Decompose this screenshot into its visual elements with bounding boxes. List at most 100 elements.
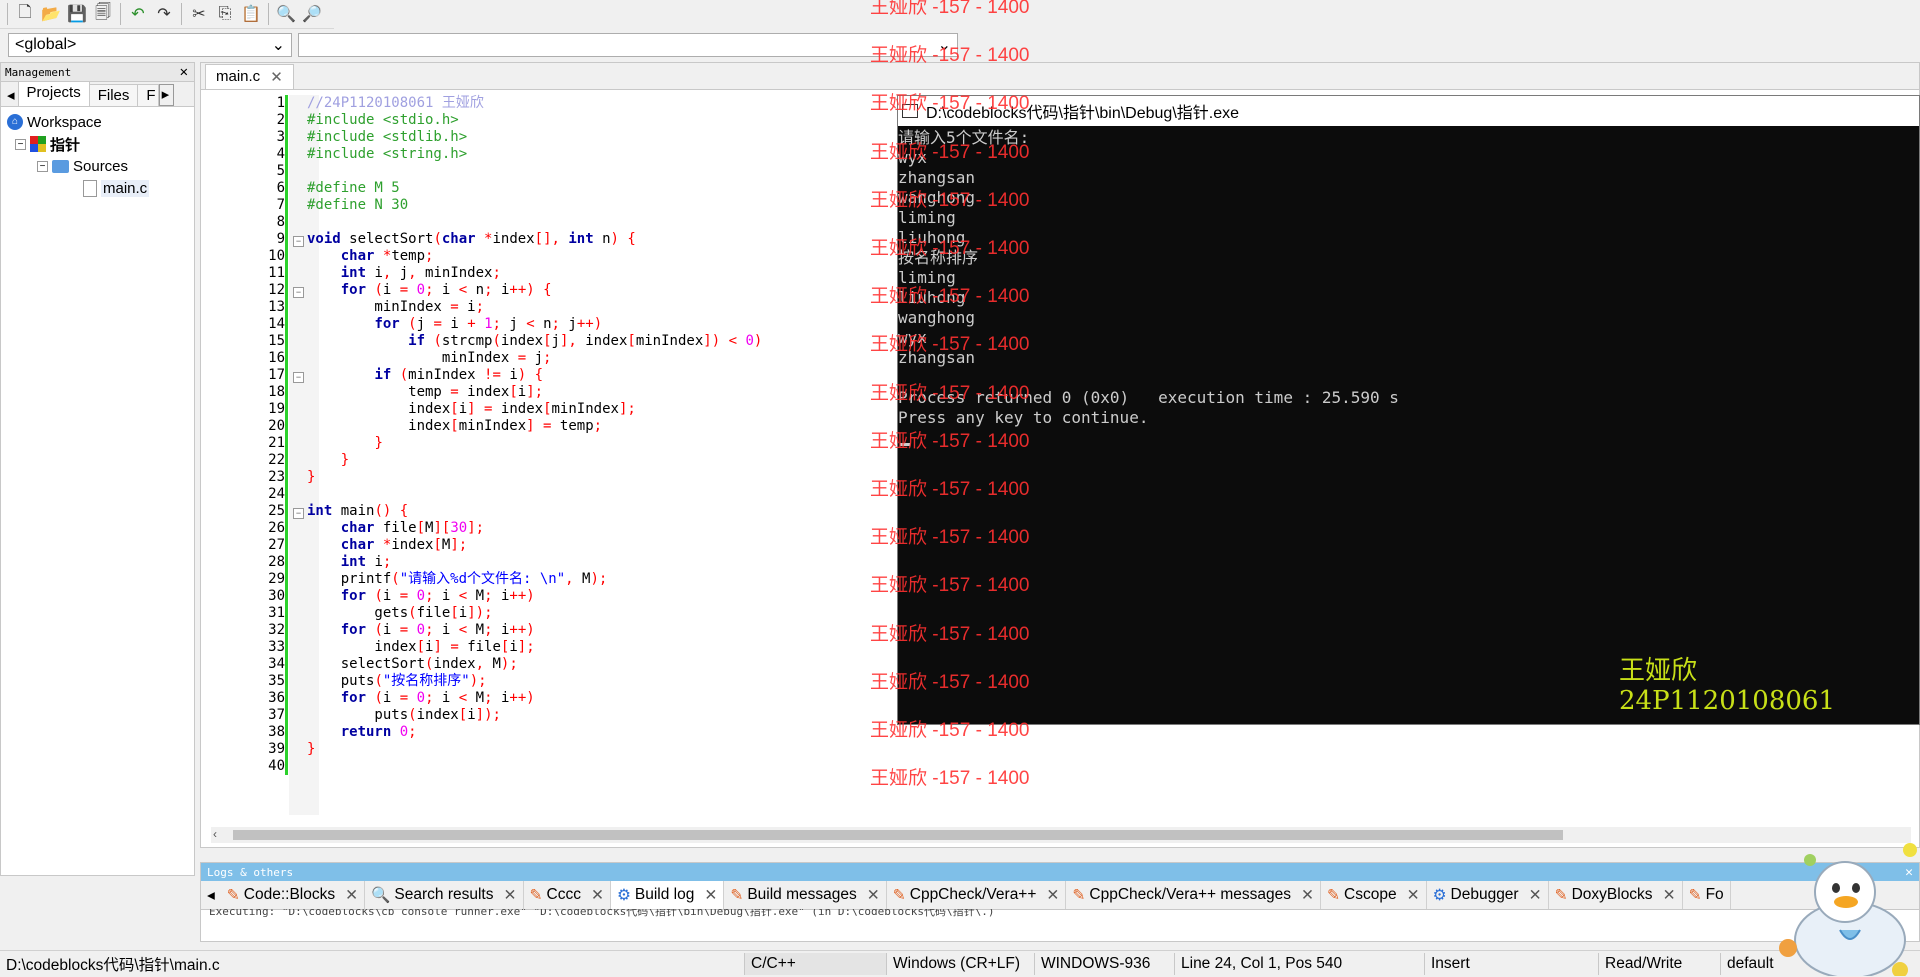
log-tab-label: DoxyBlocks — [1571, 886, 1653, 903]
close-icon[interactable]: ✕ — [1301, 886, 1314, 905]
code-line[interactable]: if (strcmp(index[j], index[minIndex]) < … — [307, 333, 762, 350]
console-window[interactable]: D:\codeblocks代码\指针\bin\Debug\指针.exe 请输入5… — [897, 95, 1920, 725]
code-line[interactable]: #include <string.h> — [307, 146, 467, 163]
logs-tabs: ◂ ✎ Code::Blocks ✕ 🔍 Search results ✕ ✎ Cccc ✕ ⚙ B… — [201, 881, 1919, 910]
code-line[interactable]: puts(index[i]); — [307, 707, 501, 724]
scrollbar-thumb[interactable] — [233, 830, 1563, 840]
close-icon[interactable]: ✕ — [345, 886, 358, 905]
code-line[interactable]: return 0; — [307, 724, 417, 741]
tab-projects[interactable]: Projects — [17, 81, 90, 106]
collapse-icon[interactable]: − — [37, 160, 48, 172]
log-tab[interactable]: ✎ DoxyBlocks ✕ — [1549, 881, 1683, 909]
code-line[interactable]: #include <stdio.h> — [307, 112, 459, 129]
line-number: 36 — [268, 690, 285, 706]
scroll-left-icon[interactable]: ◂ — [201, 886, 221, 905]
code-line[interactable]: char *index[M]; — [307, 537, 468, 554]
close-icon[interactable]: ✕ — [1529, 886, 1542, 905]
code-line[interactable]: #define M 5 — [307, 180, 400, 197]
code-line[interactable]: index[i] = file[i]; — [307, 639, 534, 656]
code-line[interactable]: #include <stdlib.h> — [307, 129, 467, 146]
log-tab[interactable]: ✎ Fo — [1683, 881, 1731, 909]
tree-file-main-c[interactable]: main.c — [7, 177, 188, 199]
log-tab[interactable]: ✎ CppCheck/Vera++ ✕ — [887, 881, 1067, 909]
scroll-left-icon[interactable]: ◂ — [1, 86, 19, 106]
code-line[interactable]: void selectSort(char *index[], int n) { — [307, 231, 636, 248]
code-line[interactable]: int main() { — [307, 503, 408, 520]
log-tab[interactable]: ⚙ Build log ✕ — [610, 881, 725, 909]
replace-icon[interactable]: 🔎 — [300, 2, 324, 26]
scroll-left-icon[interactable]: ‹ — [213, 827, 217, 841]
save-icon[interactable]: 💾 — [65, 2, 89, 26]
fold-toggle-icon[interactable]: − — [293, 372, 304, 383]
code-line[interactable]: int i, j, minIndex; — [307, 265, 501, 282]
tree-folder-sources[interactable]: − Sources — [7, 155, 188, 177]
close-icon[interactable]: ✕ — [1663, 886, 1676, 905]
tab-main-c[interactable]: main.c ✕ — [205, 64, 294, 89]
code-line[interactable]: char file[M][30]; — [307, 520, 484, 537]
console-title-bar[interactable]: D:\codeblocks代码\指针\bin\Debug\指针.exe — [898, 96, 1919, 126]
log-tab[interactable]: ✎ CppCheck/Vera++ messages ✕ — [1066, 881, 1322, 909]
paste-icon[interactable]: 📋 — [239, 2, 263, 26]
code-line[interactable]: for (i = 0; i < M; i++) — [307, 690, 535, 707]
toolbar-grip — [7, 3, 8, 25]
code-line[interactable]: index[minIndex] = temp; — [307, 418, 602, 435]
save-all-icon[interactable]: 🗐 — [91, 2, 115, 26]
code-line[interactable]: } — [307, 469, 315, 486]
code-line[interactable]: char *temp; — [307, 248, 434, 265]
code-line[interactable]: index[i] = index[minIndex]; — [307, 401, 636, 418]
code-line[interactable]: for (i = 0; i < n; i++) { — [307, 282, 552, 299]
code-line[interactable]: if (minIndex != i) { — [307, 367, 543, 384]
close-icon[interactable]: ✕ — [867, 886, 880, 905]
cut-icon[interactable]: ✂ — [187, 2, 211, 26]
copy-icon[interactable]: ⎘ — [213, 2, 237, 26]
scroll-right-icon[interactable]: ▸ — [158, 84, 175, 106]
fold-toggle-icon[interactable]: − — [293, 508, 304, 519]
code-line[interactable]: //24P1120108061 王娅欣 — [307, 95, 484, 112]
code-line[interactable]: minIndex = j; — [307, 350, 552, 367]
code-line[interactable]: } — [307, 452, 349, 469]
find-icon[interactable]: 🔍 — [274, 2, 298, 26]
log-tab[interactable]: ⚙ Debugger ✕ — [1427, 881, 1549, 909]
line-number: 13 — [268, 299, 285, 315]
code-line[interactable]: int i; — [307, 554, 392, 571]
symbol-select[interactable]: ⌄ — [298, 33, 958, 57]
close-icon[interactable]: ✕ — [504, 886, 517, 905]
code-line[interactable]: gets(file[i]); — [307, 605, 492, 622]
code-line[interactable]: } — [307, 741, 315, 758]
code-line[interactable]: temp = index[i]; — [307, 384, 543, 401]
new-file-icon[interactable]: 🗋 — [13, 2, 37, 26]
fold-toggle-icon[interactable]: − — [293, 287, 304, 298]
line-number: 21 — [268, 435, 285, 451]
code-line[interactable]: } — [307, 435, 382, 452]
close-icon[interactable]: ✕ — [591, 886, 604, 905]
tree-workspace[interactable]: ⌂ Workspace — [7, 111, 188, 133]
code-line[interactable]: for (i = 0; i < M; i++) — [307, 622, 535, 639]
log-tab[interactable]: 🔍 Search results ✕ — [365, 881, 524, 909]
log-tab[interactable]: ✎ Code::Blocks ✕ — [221, 881, 366, 909]
code-line[interactable]: selectSort(index, M); — [307, 656, 518, 673]
tab-files[interactable]: Files — [88, 84, 139, 106]
close-icon[interactable]: ✕ — [270, 68, 283, 86]
redo-icon[interactable]: ↷ — [152, 2, 176, 26]
fold-toggle-icon[interactable]: − — [293, 236, 304, 247]
log-tab[interactable]: ✎ Cccc ✕ — [524, 881, 611, 909]
tree-project[interactable]: − 指针 — [7, 133, 188, 155]
undo-icon[interactable]: ↶ — [126, 2, 150, 26]
collapse-icon[interactable]: − — [15, 138, 26, 150]
scope-select[interactable]: <global> ⌄ — [8, 33, 292, 57]
close-icon[interactable]: ✕ — [704, 886, 717, 905]
log-tab[interactable]: ✎ Build messages ✕ — [724, 881, 887, 909]
code-line[interactable]: for (j = i + 1; j < n; j++) — [307, 316, 602, 333]
log-tab[interactable]: ✎ Cscope ✕ — [1321, 881, 1427, 909]
close-icon[interactable]: ✕ — [1407, 886, 1420, 905]
open-file-icon[interactable]: 📂 — [39, 2, 63, 26]
code-line[interactable]: for (i = 0; i < M; i++) — [307, 588, 535, 605]
close-icon[interactable]: ✕ — [180, 64, 188, 80]
close-icon[interactable]: ✕ — [1046, 886, 1059, 905]
code-line[interactable]: puts("按名称排序"); — [307, 673, 487, 690]
tab-fsymbols[interactable]: F — [137, 84, 159, 106]
code-line[interactable]: printf("请输入%d个文件名: \n", M); — [307, 571, 608, 588]
code-line[interactable]: minIndex = i; — [307, 299, 484, 316]
code-line[interactable]: #define N 30 — [307, 197, 408, 214]
horizontal-scrollbar[interactable]: ‹ — [211, 827, 1911, 843]
